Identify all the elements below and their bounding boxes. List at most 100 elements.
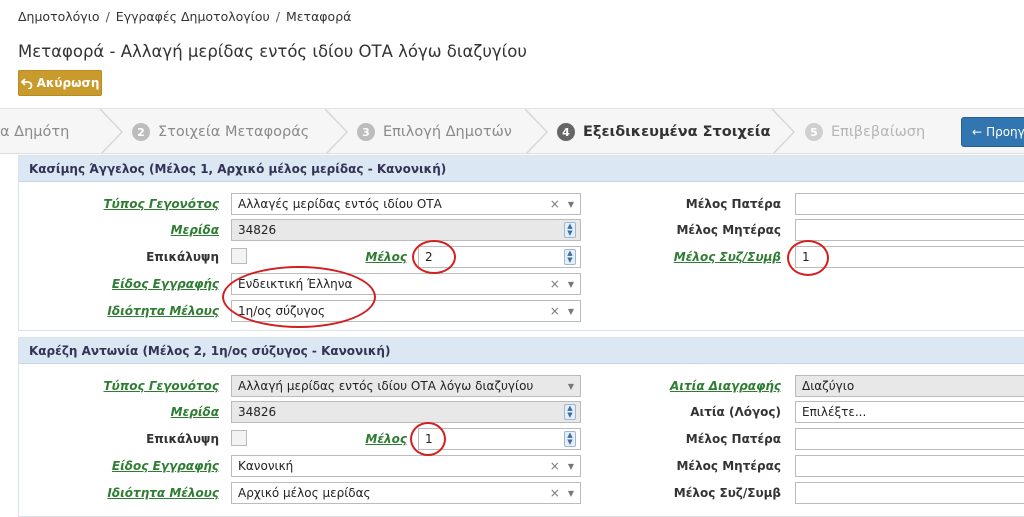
step-number: 2: [132, 123, 150, 141]
melos-input[interactable]: 2 ▲ ▼: [418, 246, 581, 268]
wizard-step-label: α Δημότη: [0, 124, 70, 140]
wizard-step-label: Επιβεβαίωση: [831, 124, 926, 140]
label-merida[interactable]: Μερίδα: [171, 405, 219, 419]
caret-down-icon[interactable]: ▼: [568, 382, 574, 391]
melos-miteras-input[interactable]: [795, 455, 1024, 477]
label-melos-miteras: Μέλος Μητέρας: [676, 223, 781, 237]
melos-syz-input[interactable]: [795, 482, 1024, 504]
label-melos-patera: Μέλος Πατέρα: [685, 197, 781, 211]
merida-input[interactable]: 34826 ▲ ▼: [231, 219, 581, 241]
epikalypsi-checkbox[interactable]: [231, 430, 247, 446]
undo-icon: [20, 78, 32, 89]
eidos-eggrafis-value: Κανονική: [238, 459, 294, 473]
clear-icon[interactable]: ×: [550, 304, 560, 318]
clear-icon[interactable]: ×: [550, 486, 560, 500]
wizard-steps: α Δημότη 2 Στοιχεία Μεταφοράς 3 Επιλογή …: [0, 108, 1024, 154]
eidos-eggrafis-select[interactable]: Ενδεικτική Έλληνα × ▼: [231, 273, 581, 295]
merida-input[interactable]: 34826 ▲ ▼: [231, 401, 581, 423]
cancel-button[interactable]: Ακύρωση: [18, 70, 102, 96]
label-melos-syz: Μέλος Συζ/Συμβ: [673, 486, 781, 500]
label-melos[interactable]: Μέλος: [365, 432, 407, 446]
melos-miteras-input[interactable]: [795, 219, 1024, 241]
eidos-eggrafis-value: Ενδεικτική Έλληνα: [238, 277, 353, 291]
step-divider: [525, 109, 549, 153]
breadcrumb-item-metafora: Μεταφορά: [286, 9, 352, 24]
clear-icon[interactable]: ×: [550, 277, 560, 291]
label-melos[interactable]: Μέλος: [365, 250, 407, 264]
wizard-step-3[interactable]: 3 Επιλογή Δημοτών: [357, 109, 512, 153]
spinner-icon[interactable]: ▲ ▼: [564, 431, 576, 447]
step-divider: [772, 109, 796, 153]
label-merida[interactable]: Μερίδα: [171, 223, 219, 237]
idiotita-melous-select[interactable]: 1η/ος σύζυγος × ▼: [231, 300, 581, 322]
melos-patera-input[interactable]: [795, 193, 1024, 215]
breadcrumb-separator: /: [105, 9, 110, 24]
label-aitia-logos: Αιτία (Λόγος): [690, 405, 781, 419]
caret-down-icon[interactable]: ▼: [568, 200, 574, 209]
aitia-logos-value: Επιλέξτε...: [802, 405, 867, 419]
event-type-select[interactable]: Αλλαγή μερίδας εντός ιδίου ΟΤΑ λόγω διαζ…: [231, 375, 581, 397]
label-epikalypsi: Επικάλυψη: [146, 432, 219, 446]
label-event-type[interactable]: Τύπος Γεγονότος: [104, 379, 220, 393]
label-melos-syz[interactable]: Μέλος Συζ/Συμβ: [674, 250, 781, 264]
next-step-button[interactable]: ← Προηγ: [961, 117, 1024, 147]
step-divider: [100, 109, 124, 153]
spinner-icon[interactable]: ▲ ▼: [564, 222, 576, 238]
aitia-logos-select[interactable]: Επιλέξτε...: [795, 401, 1024, 423]
label-melos-patera: Μέλος Πατέρα: [685, 432, 781, 446]
wizard-step-label: Επιλογή Δημοτών: [383, 124, 512, 140]
label-eidos-eggrafis[interactable]: Είδος Εγγραφής: [112, 459, 219, 473]
breadcrumb-item-eggrafes[interactable]: Εγγραφές Δημοτολογίου: [116, 9, 270, 24]
clear-icon[interactable]: ×: [550, 459, 560, 473]
clear-icon[interactable]: ×: [550, 197, 560, 211]
merida-value: 34826: [238, 223, 277, 237]
step-divider: [325, 109, 349, 153]
spinner-icon[interactable]: ▲ ▼: [564, 249, 576, 265]
melos-syz-input[interactable]: 1: [795, 246, 1024, 268]
caret-down-icon[interactable]: ▼: [568, 307, 574, 316]
label-event-type[interactable]: Τύπος Γεγονότος: [104, 197, 220, 211]
label-melos-miteras: Μέλος Μητέρας: [676, 459, 781, 473]
label-eidos-eggrafis[interactable]: Είδος Εγγραφής: [112, 277, 219, 291]
wizard-step-4-active[interactable]: 4 Εξειδικευμένα Στοιχεία: [557, 109, 771, 153]
event-type-value: Αλλαγές μερίδας εντός ιδίου ΟΤΑ: [238, 197, 442, 211]
wizard-step-5[interactable]: 5 Επιβεβαίωση: [805, 109, 926, 153]
idiotita-melous-select[interactable]: Αρχικό μέλος μερίδας × ▼: [231, 482, 581, 504]
arrow-left-icon: ←: [972, 125, 983, 139]
eidos-eggrafis-select[interactable]: Κανονική × ▼: [231, 455, 581, 477]
event-type-select[interactable]: Αλλαγές μερίδας εντός ιδίου ΟΤΑ × ▼: [231, 193, 581, 215]
caret-down-icon[interactable]: ▼: [568, 280, 574, 289]
aitia-diagrafis-select[interactable]: Διαζύγιο: [795, 375, 1024, 397]
melos-value: 2: [425, 250, 433, 264]
member-panel-2-header: Καρέζη Αντωνία (Μέλος 2, 1η/ος σύζυγος -…: [19, 338, 1024, 364]
breadcrumb-separator: /: [275, 9, 280, 24]
step-number: 5: [805, 123, 823, 141]
next-step-label: Προηγ: [986, 125, 1024, 139]
cancel-button-label: Ακύρωση: [36, 76, 100, 90]
label-idiotita-melous[interactable]: Ιδιότητα Μέλους: [107, 304, 219, 318]
label-epikalypsi: Επικάλυψη: [146, 250, 219, 264]
merida-value: 34826: [238, 405, 277, 419]
melos-value: 1: [425, 432, 433, 446]
wizard-step-1[interactable]: α Δημότη: [0, 109, 70, 153]
event-type-value: Αλλαγή μερίδας εντός ιδίου ΟΤΑ λόγω διαζ…: [238, 379, 534, 393]
idiotita-melous-value: Αρχικό μέλος μερίδας: [238, 486, 371, 500]
melos-patera-input[interactable]: [795, 428, 1024, 450]
breadcrumb: Δημοτολόγιο / Εγγραφές Δημοτολογίου / Μεταφο…: [18, 9, 351, 24]
label-aitia-diagrafis[interactable]: Αιτία Διαγραφής: [670, 379, 781, 393]
epikalypsi-checkbox[interactable]: [231, 248, 247, 264]
wizard-step-label: Εξειδικευμένα Στοιχεία: [583, 124, 771, 140]
wizard-step-2[interactable]: 2 Στοιχεία Μεταφοράς: [132, 109, 310, 153]
melos-input[interactable]: 1 ▲ ▼: [418, 428, 581, 450]
spinner-icon[interactable]: ▲ ▼: [564, 404, 576, 420]
melos-syz-value: 1: [802, 250, 810, 264]
caret-down-icon[interactable]: ▼: [568, 489, 574, 498]
page-title: Μεταφορά - Αλλαγή μερίδας εντός ιδίου ΟΤ…: [18, 42, 527, 61]
label-idiotita-melous[interactable]: Ιδιότητα Μέλους: [107, 486, 219, 500]
idiotita-melous-value: 1η/ος σύζυγος: [238, 304, 325, 318]
aitia-diagrafis-value: Διαζύγιο: [802, 379, 855, 393]
caret-down-icon[interactable]: ▼: [568, 462, 574, 471]
breadcrumb-item-dimotologio[interactable]: Δημοτολόγιο: [18, 9, 100, 24]
step-number: 3: [357, 123, 375, 141]
wizard-step-label: Στοιχεία Μεταφοράς: [158, 124, 310, 140]
